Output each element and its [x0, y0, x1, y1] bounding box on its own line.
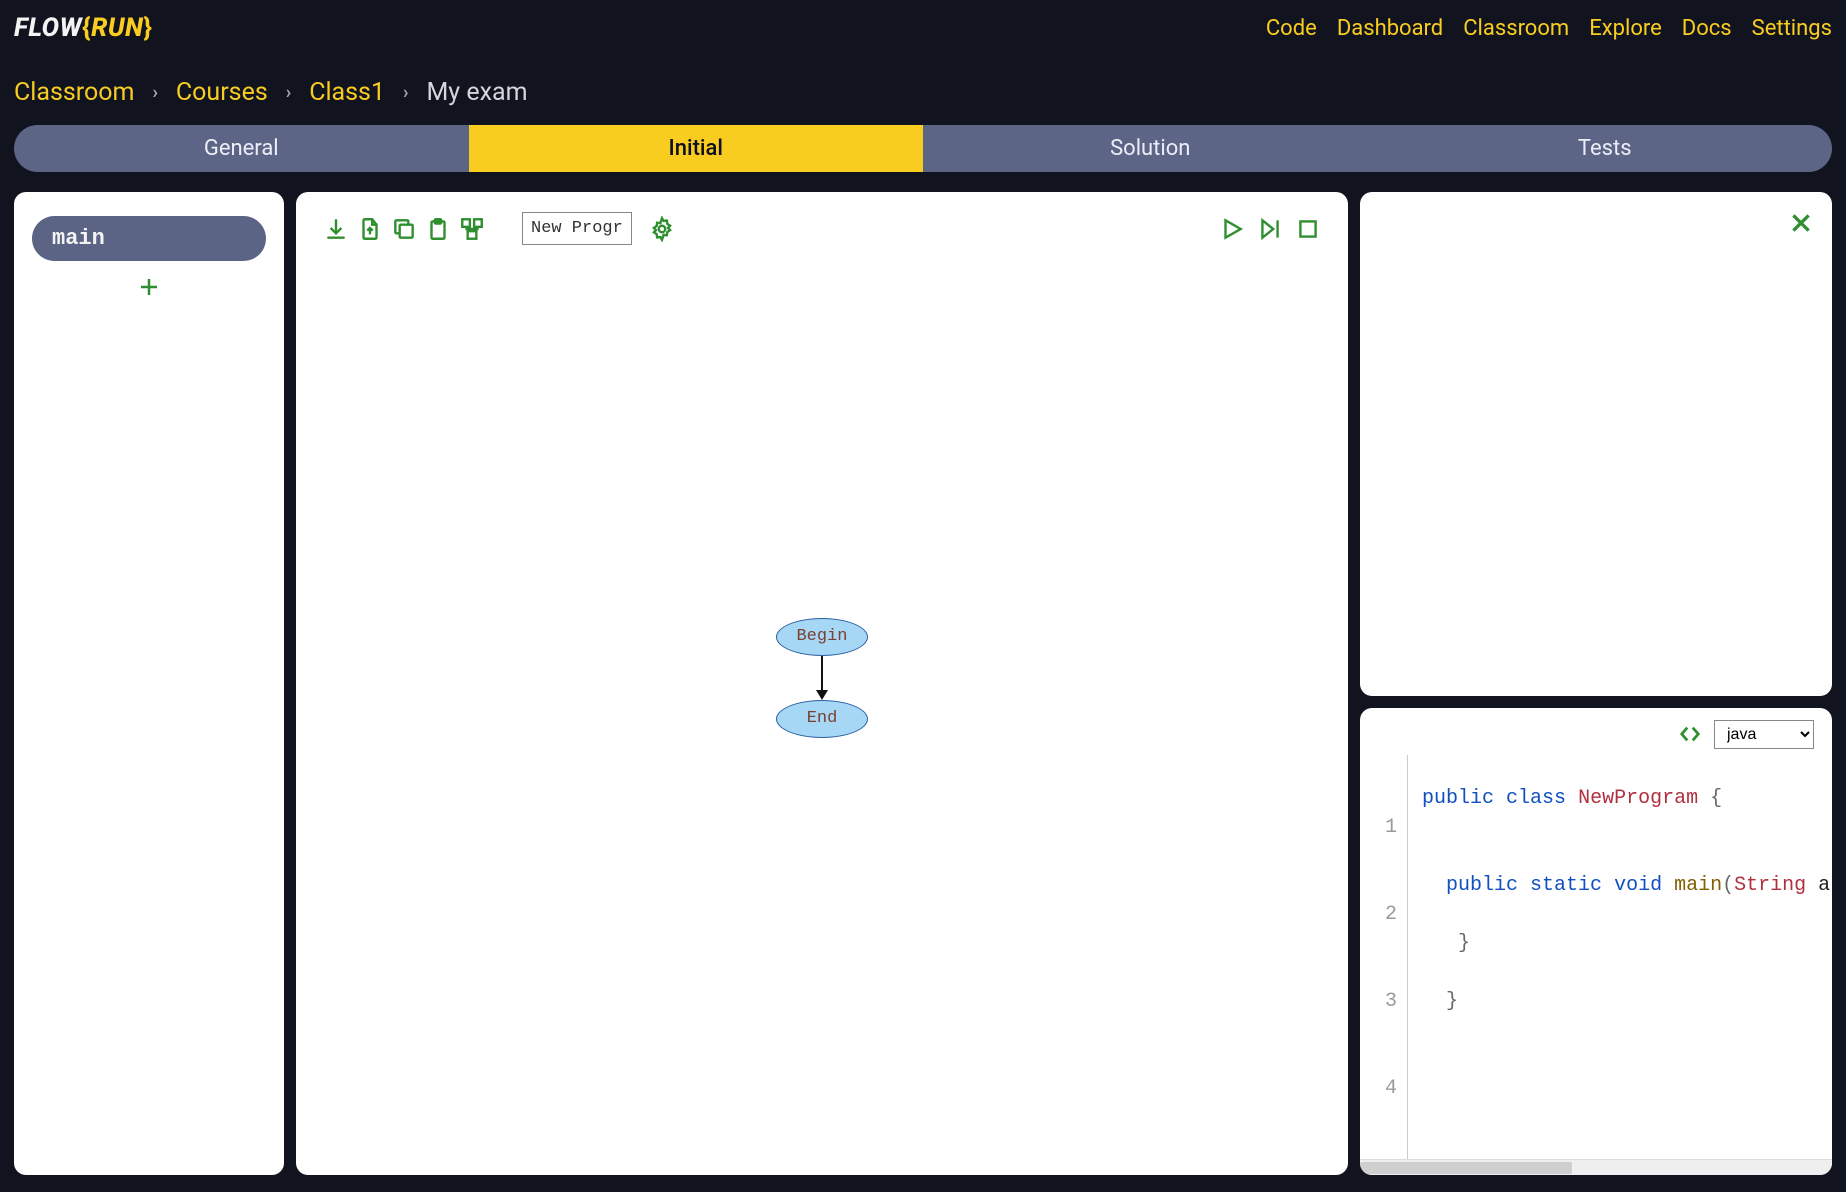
- chevron-right-icon: ›: [286, 82, 291, 103]
- flowchart-canvas-panel: Begin End: [296, 192, 1348, 1175]
- tab-general[interactable]: General: [14, 125, 469, 172]
- line-number: 1: [1360, 813, 1397, 842]
- copy-icon[interactable]: [390, 215, 418, 243]
- line-number: 4: [1360, 1074, 1397, 1103]
- tab-solution[interactable]: Solution: [923, 125, 1378, 172]
- top-nav: Code Dashboard Classroom Explore Docs Se…: [1266, 16, 1832, 41]
- logo-brace-open: {: [82, 13, 91, 43]
- chevron-right-icon: ›: [152, 82, 157, 103]
- flow-node-end[interactable]: End: [776, 700, 868, 738]
- logo-text-flow: FLOW: [14, 13, 82, 43]
- code-horizontal-scrollbar[interactable]: [1360, 1159, 1832, 1175]
- functions-sidebar: main: [14, 192, 284, 1175]
- stop-icon[interactable]: [1294, 215, 1322, 243]
- code-gutter: 1 2 3 4 5: [1360, 755, 1408, 1160]
- layout-icon[interactable]: [458, 215, 486, 243]
- flow-arrow: [816, 656, 828, 700]
- logo-text-run: RUN: [91, 13, 143, 43]
- nav-classroom[interactable]: Classroom: [1463, 16, 1569, 41]
- language-select[interactable]: java: [1714, 720, 1814, 749]
- download-icon[interactable]: [322, 215, 350, 243]
- add-function-button[interactable]: [137, 275, 161, 305]
- scrollbar-thumb[interactable]: [1360, 1162, 1572, 1174]
- function-pill-main[interactable]: main: [32, 216, 266, 261]
- nav-settings[interactable]: Settings: [1752, 16, 1832, 41]
- breadcrumb-current: My exam: [426, 78, 527, 107]
- breadcrumb-class1[interactable]: Class1: [309, 78, 385, 107]
- line-number: 2: [1360, 900, 1397, 929]
- play-icon[interactable]: [1218, 215, 1246, 243]
- plus-icon: [137, 275, 161, 299]
- flowchart[interactable]: Begin End: [776, 618, 868, 738]
- nav-explore[interactable]: Explore: [1589, 16, 1662, 41]
- step-forward-icon[interactable]: [1256, 215, 1284, 243]
- nav-code[interactable]: Code: [1266, 16, 1317, 41]
- program-name-input[interactable]: [522, 212, 632, 245]
- nav-docs[interactable]: Docs: [1682, 16, 1732, 41]
- code-panel: java 1 2 3 4 5 public class NewProgram {…: [1360, 708, 1832, 1176]
- tab-initial[interactable]: Initial: [469, 125, 924, 172]
- tab-tests[interactable]: Tests: [1378, 125, 1833, 172]
- page-tabs: General Initial Solution Tests: [14, 125, 1832, 172]
- logo-brace-close: }: [143, 13, 152, 43]
- clipboard-icon[interactable]: [424, 215, 452, 243]
- line-number: 3: [1360, 987, 1397, 1016]
- upload-file-icon[interactable]: [356, 215, 384, 243]
- breadcrumb: Classroom › Courses › Class1 › My exam: [0, 48, 1846, 125]
- nav-dashboard[interactable]: Dashboard: [1337, 16, 1443, 41]
- breadcrumb-classroom[interactable]: Classroom: [14, 78, 134, 107]
- code-content[interactable]: public class NewProgram { public static …: [1408, 755, 1830, 1160]
- flow-node-begin[interactable]: Begin: [776, 618, 868, 656]
- app-logo[interactable]: FLOW{RUN}: [14, 13, 152, 43]
- code-angle-brackets-icon[interactable]: [1676, 723, 1704, 745]
- close-icon[interactable]: [1788, 210, 1814, 240]
- output-panel: [1360, 192, 1832, 696]
- settings-gear-icon[interactable]: [648, 215, 676, 243]
- breadcrumb-courses[interactable]: Courses: [176, 78, 268, 107]
- canvas-toolbar: [296, 192, 1348, 265]
- chevron-right-icon: ›: [403, 82, 408, 103]
